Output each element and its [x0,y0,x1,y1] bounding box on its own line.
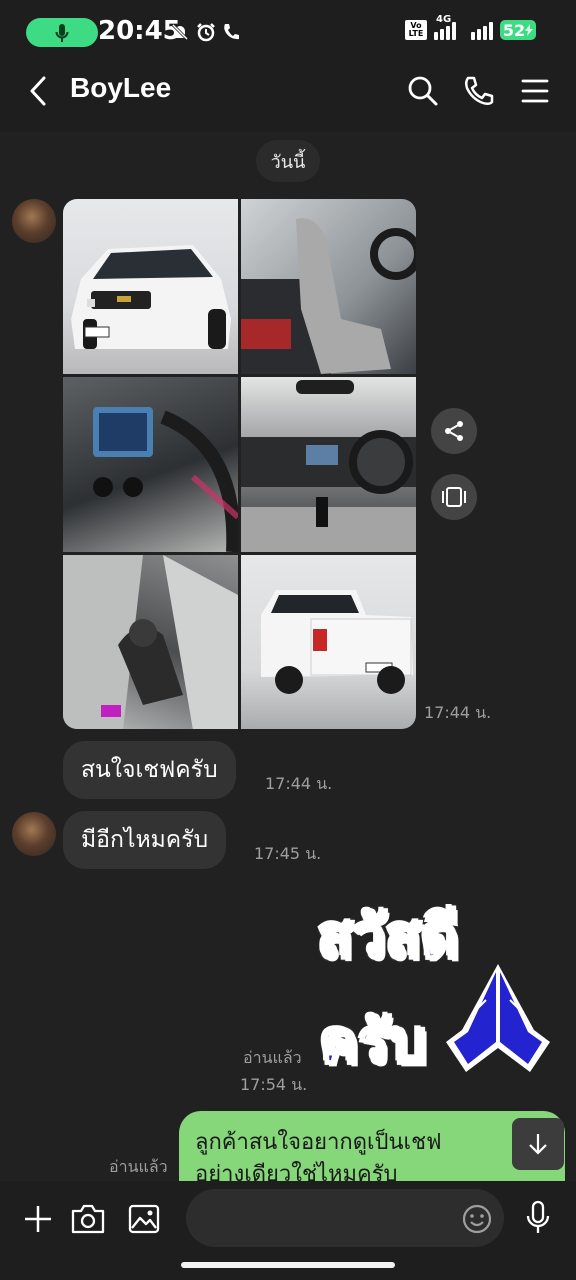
message-time: 17:54 น. [240,1075,308,1094]
message-time: 17:45 น. [254,844,322,863]
gallery-icon [442,487,466,507]
message-input[interactable] [186,1189,504,1247]
search-icon[interactable] [406,74,440,108]
alarm-icon [197,23,215,42]
read-receipt: อ่านแล้ว [109,1157,168,1176]
photo-thumbnail[interactable] [63,377,238,552]
arrow-down-icon [529,1134,547,1155]
share-icon [445,421,463,441]
message-time: 17:44 น. [424,703,492,722]
sticker-text-line1: สวัสดี [316,902,460,973]
phone-call-icon[interactable] [462,74,496,108]
volte-badge: Vo LTE [405,20,427,40]
date-separator: วันนี้ [256,140,320,182]
sticker-text-line2: ครับ [319,1007,429,1078]
mic-active-indicator[interactable] [26,18,98,47]
charging-icon [525,24,534,36]
microphone-icon[interactable] [524,1200,552,1236]
battery-indicator: 52 [500,20,536,40]
read-receipt: อ่านแล้ว [243,1048,302,1067]
photo-thumbnail[interactable] [241,199,416,374]
car-seat-photo [241,218,416,374]
plus-icon[interactable] [22,1203,54,1235]
photo-thumbnail[interactable] [241,555,416,729]
avatar[interactable] [12,199,56,243]
dashboard-photo [93,407,238,552]
scroll-to-bottom-button[interactable] [512,1118,564,1170]
album-view-button[interactable] [431,474,477,520]
message-line: ลูกค้าสนใจอยากดูเป็นเชฟ [195,1130,442,1155]
signal-1: 4G [434,14,456,40]
image-icon[interactable] [127,1203,161,1235]
mic-icon [55,23,69,42]
call-indicator-icon [224,24,239,40]
share-button[interactable] [431,408,477,454]
praying-hands-icon [446,964,550,1072]
camera-icon[interactable] [70,1203,106,1235]
steering-wheel-photo [241,380,416,552]
car-rear-photo [261,590,413,694]
bell-off-icon [171,23,189,41]
signal-bars-2 [471,20,493,40]
status-right: Vo LTE 4G 52 [405,14,536,40]
network-type: 4G [436,14,452,25]
status-time: 20:45 [98,16,181,46]
contact-name[interactable]: BoyLee [70,72,171,104]
home-indicator[interactable] [181,1262,395,1268]
photo-thumbnail[interactable] [63,555,238,729]
car-front-photo [71,245,231,349]
photo-thumbnail[interactable] [241,377,416,552]
message-time: 17:44 น. [265,774,333,793]
photo-thumbnail[interactable] [63,199,238,374]
menu-icon[interactable] [520,74,550,108]
status-icons [170,22,240,42]
back-arrow-icon[interactable] [24,74,54,108]
emoji-icon[interactable] [461,1203,493,1235]
gear-shift-photo [63,555,238,729]
battery-level: 52 [502,20,526,40]
avatar[interactable] [12,812,56,856]
message-bubble[interactable]: สนใจเชฟครับ [63,741,236,799]
photo-album[interactable] [63,199,416,729]
message-bubble[interactable]: มีอีกไหมครับ [63,811,227,869]
sticker-sawasdee[interactable]: สวัสดี ครับ [316,890,564,1080]
